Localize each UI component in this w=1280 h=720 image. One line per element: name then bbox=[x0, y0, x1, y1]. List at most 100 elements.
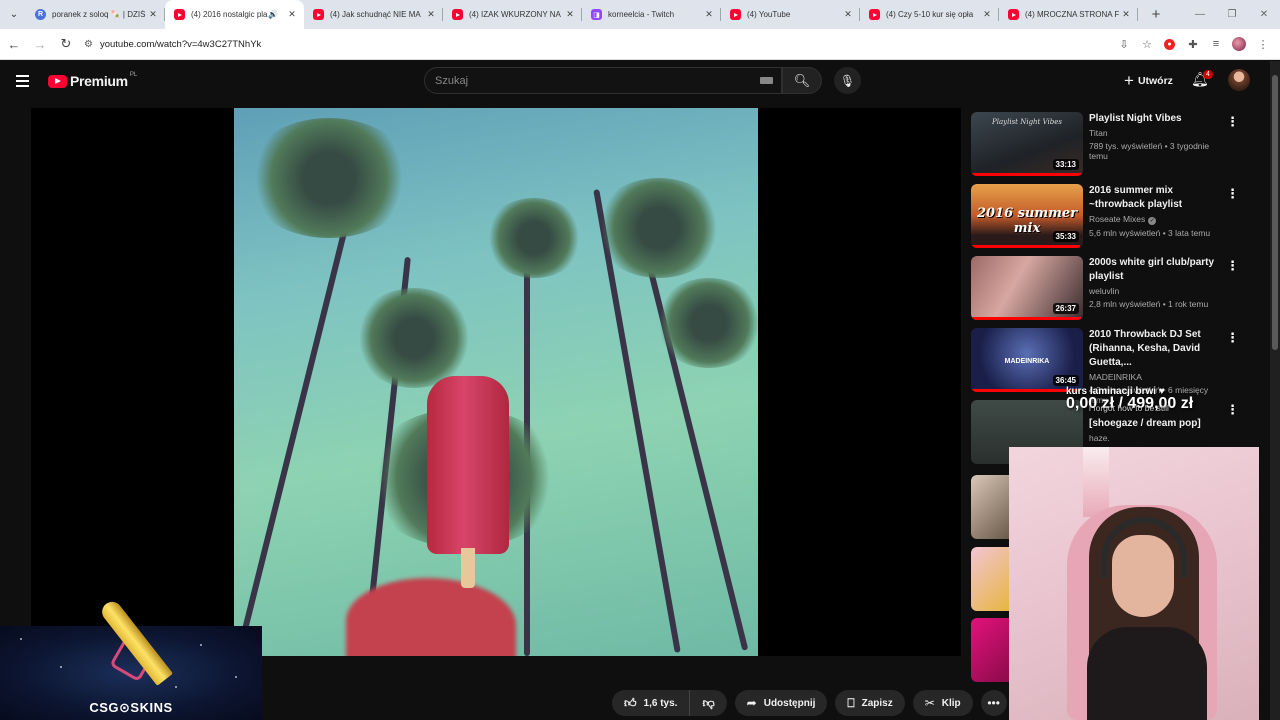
keyboard-icon[interactable] bbox=[760, 77, 773, 84]
browser-tab[interactable]: ◨ korneelcia - Twitch ✕ bbox=[582, 0, 721, 29]
site-settings-icon[interactable]: ⚙ bbox=[84, 39, 93, 50]
browser-tab[interactable]: (4) Jak schudnąć NIE MA ✕ bbox=[304, 0, 443, 29]
clip-button[interactable]: ✂ Klip bbox=[912, 690, 973, 716]
install-app-icon[interactable]: ⇩ bbox=[1113, 33, 1135, 55]
extension-icon[interactable]: ● bbox=[1164, 38, 1175, 50]
video-thumbnail[interactable]: Playlist Night Vibes 33:13 bbox=[971, 112, 1083, 176]
tab-title: poranek z soloq 🍡 | DZIŚ bbox=[52, 10, 146, 19]
close-icon[interactable]: ✕ bbox=[703, 9, 715, 20]
recommendation-title[interactable]: 2000s white girl club/party playlist bbox=[1089, 256, 1229, 284]
video-thumbnail[interactable]: MADEINRIKA 36:45 bbox=[971, 328, 1083, 392]
star-shape bbox=[200, 644, 202, 646]
video-actions: 👍︎ 1,6 tys. 👎︎ ➦ Udostępnij ⎕ Zapisz ✂ K… bbox=[612, 690, 1007, 716]
page-scrollbar-thumb[interactable] bbox=[1272, 75, 1278, 350]
address-bar: ← → ↻ ⚙ youtube.com/watch?v=4w3C27TNhYk … bbox=[0, 29, 1280, 60]
new-tab-plus-icon[interactable]: + bbox=[1146, 6, 1166, 23]
restore-icon[interactable]: ❐ bbox=[1216, 0, 1248, 29]
save-button[interactable]: ⎕ Zapisz bbox=[835, 690, 905, 716]
browser-tab[interactable]: (4) YouTube ✕ bbox=[721, 0, 860, 29]
browser-tab[interactable]: (4) IZAK WKURZONY NA ✕ bbox=[443, 0, 582, 29]
search-input[interactable] bbox=[435, 74, 760, 87]
create-label: Utwórz bbox=[1137, 75, 1173, 87]
tab-search-chevron-icon[interactable]: ⌄ bbox=[2, 3, 26, 27]
search-button[interactable]: 🔍︎ bbox=[782, 67, 822, 94]
channel-name-text: Roseate Mixes bbox=[1089, 214, 1146, 224]
media-control-icon[interactable]: ≡ bbox=[1205, 33, 1227, 55]
voice-search-button[interactable]: 🎙︎ bbox=[834, 67, 861, 94]
avatar[interactable] bbox=[1228, 69, 1250, 91]
forward-arrow-icon[interactable]: → bbox=[28, 32, 52, 56]
create-button[interactable]: + Utwórz bbox=[1116, 68, 1181, 94]
watch-progress-bar bbox=[971, 245, 1080, 248]
search-box bbox=[424, 67, 782, 94]
tab-title: korneelcia - Twitch bbox=[608, 10, 675, 19]
profile-avatar-icon[interactable] bbox=[1232, 37, 1246, 51]
palm-crown-shape bbox=[654, 278, 758, 368]
more-vertical-icon[interactable]: ⋮ bbox=[1226, 186, 1239, 202]
video-player[interactable] bbox=[31, 108, 961, 656]
clip-label: Klip bbox=[941, 697, 961, 709]
tab-title: (4) IZAK WKURZONY NA bbox=[469, 10, 561, 19]
video-thumbnail[interactable]: 26:37 bbox=[971, 256, 1083, 320]
browser-tab[interactable]: R poranek z soloq 🍡 | DZIŚ ✕ bbox=[26, 0, 165, 29]
more-vertical-icon[interactable]: ⋮ bbox=[1226, 258, 1239, 274]
browser-tab-active[interactable]: (4) 2016 nostalgic pla 🔊 ✕ bbox=[165, 0, 304, 29]
plus-icon: + bbox=[1124, 71, 1134, 90]
close-window-icon[interactable]: ✕ bbox=[1248, 0, 1280, 29]
channel-name[interactable]: MADEINRIKA bbox=[1089, 372, 1229, 382]
channel-name[interactable]: weluvlin bbox=[1089, 286, 1229, 296]
duration-badge: 33:13 bbox=[1052, 159, 1079, 170]
scissors-icon: ✂ bbox=[924, 696, 935, 710]
close-icon[interactable]: ✕ bbox=[1120, 9, 1132, 20]
channel-name[interactable]: haze. bbox=[1089, 433, 1229, 443]
share-button[interactable]: ➦ Udostępnij bbox=[734, 690, 828, 716]
recommendation-title[interactable]: 2010 Throwback DJ Set (Rihanna, Kesha, D… bbox=[1089, 328, 1229, 370]
recommendation-item[interactable]: Playlist Night Vibes 33:13 Playlist Nigh… bbox=[971, 112, 1251, 184]
youtube-logo-icon bbox=[48, 74, 67, 88]
r-icon: R bbox=[35, 9, 46, 20]
channel-name[interactable]: Titan bbox=[1089, 128, 1229, 138]
star-shape bbox=[235, 676, 237, 678]
recommendation-title[interactable]: Playlist Night Vibes bbox=[1089, 112, 1229, 126]
palm-crown-shape bbox=[484, 198, 584, 278]
more-vertical-icon[interactable]: ⋮ bbox=[1226, 330, 1239, 346]
video-thumbnail-partial[interactable] bbox=[971, 547, 1009, 611]
browser-tab[interactable]: (4) MROCZNA STRONA F ✕ bbox=[999, 0, 1138, 29]
recommendation-meta: 2016 summer mix ~throwback playlist Rose… bbox=[1089, 184, 1229, 256]
youtube-premium-logo[interactable]: Premium PL bbox=[48, 72, 137, 89]
video-thumbnail[interactable]: 2016 summer mix 35:33 bbox=[971, 184, 1083, 248]
dislike-button[interactable]: 👎︎ bbox=[690, 690, 727, 716]
channel-name[interactable]: Roseate Mixes ✓ bbox=[1089, 214, 1229, 225]
more-actions-button[interactable]: ••• bbox=[980, 690, 1007, 716]
back-arrow-icon[interactable]: ← bbox=[2, 32, 26, 56]
verified-check-icon: ✓ bbox=[1148, 217, 1157, 225]
more-vertical-icon[interactable]: ⋮ bbox=[1226, 114, 1239, 130]
video-frame bbox=[234, 108, 758, 656]
bookmark-star-icon[interactable]: ☆ bbox=[1136, 33, 1158, 55]
url-field[interactable]: ⚙ youtube.com/watch?v=4w3C27TNhYk bbox=[84, 32, 1112, 56]
recommendation-title[interactable]: 2016 summer mix ~throwback playlist bbox=[1089, 184, 1229, 212]
video-thumbnail-partial[interactable] bbox=[971, 475, 1009, 539]
recommendation-item[interactable]: 26:37 2000s white girl club/party playli… bbox=[971, 256, 1251, 328]
puzzle-extensions-icon[interactable]: ✚ bbox=[1182, 33, 1204, 55]
reload-icon[interactable]: ↻ bbox=[54, 32, 78, 56]
browser-tab[interactable]: (4) Czy 5-10 kur się opła ✕ bbox=[860, 0, 999, 29]
hamburger-menu-icon[interactable] bbox=[16, 75, 40, 87]
video-thumbnail-partial[interactable] bbox=[971, 618, 1009, 682]
recommendation-title[interactable]: [shoegaze / dream pop] bbox=[1089, 417, 1229, 431]
close-icon[interactable]: ✕ bbox=[564, 9, 576, 20]
logo-text: Premium bbox=[70, 73, 128, 89]
youtube-icon bbox=[174, 9, 185, 20]
close-icon[interactable]: ✕ bbox=[286, 9, 298, 20]
speaker-icon[interactable]: 🔊 bbox=[268, 10, 278, 19]
close-icon[interactable]: ✕ bbox=[981, 9, 993, 20]
sponsor-logo-text: CSG⊙SKINS bbox=[89, 700, 173, 715]
close-icon[interactable]: ✕ bbox=[147, 9, 159, 20]
like-button[interactable]: 👍︎ 1,6 tys. bbox=[612, 690, 691, 716]
close-icon[interactable]: ✕ bbox=[842, 9, 854, 20]
recommendation-item[interactable]: 2016 summer mix 35:33 2016 summer mix ~t… bbox=[971, 184, 1251, 256]
browser-menu-icon[interactable]: ⋮ bbox=[1252, 33, 1274, 55]
close-icon[interactable]: ✕ bbox=[425, 9, 437, 20]
minimize-icon[interactable]: — bbox=[1184, 0, 1216, 29]
popsicle-shape bbox=[427, 376, 509, 554]
